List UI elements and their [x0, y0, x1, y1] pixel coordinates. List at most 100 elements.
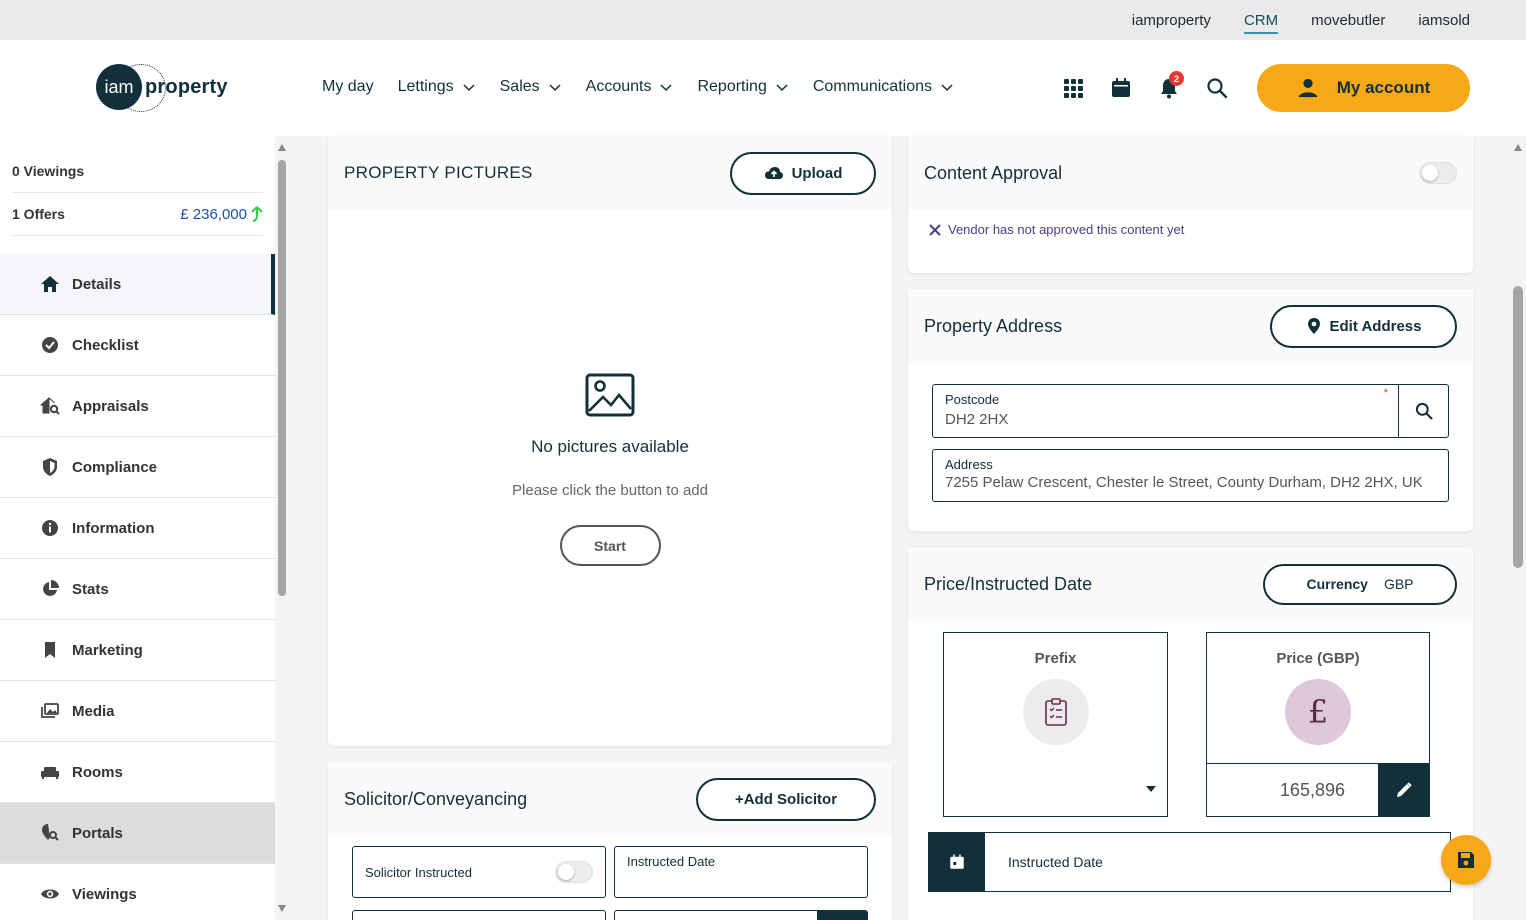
- solicitor-instructed-field: Solicitor Instructed: [352, 846, 606, 898]
- sidebar-item-viewings[interactable]: Viewings: [0, 864, 275, 920]
- sidebar-item-label: Portals: [72, 824, 123, 842]
- solicitor-title: Solicitor/Conveyancing: [344, 788, 528, 809]
- edit-price-button[interactable]: [1378, 763, 1429, 817]
- sidebar-item-compliance[interactable]: Compliance: [0, 437, 275, 498]
- instructed-date-field[interactable]: Instructed Date: [614, 846, 868, 898]
- logo-badge: iam: [96, 64, 142, 110]
- images-icon: [41, 703, 59, 718]
- pictures-card-header: PROPERTY PICTURES Upload: [328, 136, 892, 210]
- price-card-header: Price/Instructed Date Currency GBP: [908, 547, 1473, 621]
- start-button[interactable]: Start: [559, 525, 661, 566]
- sidebar-item-label: Rooms: [72, 763, 123, 781]
- date-picker-button[interactable]: [929, 833, 985, 891]
- offer-value: £ 236,000: [180, 206, 263, 223]
- sidebar-item-label: Details: [72, 275, 122, 293]
- add-solicitor-button[interactable]: +Add Solicitor: [696, 777, 876, 821]
- content-approval-toggle[interactable]: [1419, 162, 1457, 184]
- search-icon: [1415, 402, 1433, 420]
- nav-lettings[interactable]: Lettings: [398, 78, 476, 96]
- nav-sales[interactable]: Sales: [500, 78, 562, 96]
- pie-chart-icon: [43, 580, 59, 596]
- price-label: Price (GBP): [1276, 650, 1360, 667]
- prefix-icon-circle: [1022, 679, 1089, 745]
- property-pictures-card: PROPERTY PICTURES Upload No pictures ava…: [328, 136, 892, 746]
- sidebar-item-label: Checklist: [72, 336, 139, 354]
- postcode-value: DH2 2HX: [945, 411, 1009, 428]
- offers-label: 1 Offers: [12, 206, 65, 222]
- postcode-search-button[interactable]: [1398, 384, 1449, 438]
- approval-status: Vendor has not approved this content yet: [928, 222, 1184, 237]
- calendar-icon[interactable]: [1109, 76, 1133, 100]
- link-movebutler[interactable]: movebutler: [1311, 6, 1385, 35]
- search-icon[interactable]: [1205, 76, 1229, 100]
- sidebar-scrollbar[interactable]: [276, 140, 288, 916]
- address-field[interactable]: Address 7255 Pelaw Crescent, Chester le …: [932, 449, 1449, 502]
- my-account-button[interactable]: My account: [1257, 64, 1470, 112]
- sidebar-item-information[interactable]: Information: [0, 498, 275, 559]
- sidebar-item-rooms[interactable]: Rooms: [0, 742, 275, 803]
- solicitor-card-header: Solicitor/Conveyancing +Add Solicitor: [328, 762, 892, 836]
- logo-text: property: [145, 75, 228, 98]
- eye-icon: [41, 889, 59, 899]
- prefix-select[interactable]: Prefix: [943, 632, 1168, 817]
- price-title: Price/Instructed Date: [924, 573, 1093, 594]
- required-marker: *: [1383, 387, 1388, 399]
- nav-my-day[interactable]: My day: [322, 78, 374, 96]
- sidebar-item-label: Compliance: [72, 458, 158, 476]
- nav-label: Accounts: [585, 78, 652, 95]
- solicitor-extra-field[interactable]: [352, 910, 606, 920]
- link-iamsold[interactable]: iamsold: [1418, 6, 1470, 35]
- sidebar-item-appraisals[interactable]: Appraisals: [0, 376, 275, 437]
- currency-button[interactable]: Currency GBP: [1263, 563, 1457, 605]
- floppy-disk-icon: [1458, 852, 1474, 868]
- address-value: 7255 Pelaw Crescent, Chester le Street, …: [945, 474, 1423, 491]
- solicitor-instructed-toggle[interactable]: [555, 861, 593, 883]
- iamproperty-logo[interactable]: iam property: [96, 64, 228, 112]
- home-icon: [41, 276, 59, 292]
- sidebar-item-label: Media: [72, 702, 115, 720]
- property-sidebar: 0 Viewings 1 Offers £ 236,000 Details Ch…: [0, 136, 275, 920]
- sidebar-item-stats[interactable]: Stats: [0, 559, 275, 620]
- save-button[interactable]: [1441, 835, 1491, 885]
- calendar-icon: [950, 854, 964, 869]
- property-address-card: Property Address Edit Address Postcode D…: [908, 289, 1473, 531]
- location-pin-icon: [1307, 318, 1320, 334]
- solicitor-extra-field-2[interactable]: [614, 910, 868, 920]
- price-card: Price/Instructed Date Currency GBP Prefi…: [908, 547, 1473, 920]
- pencil-icon: [1396, 782, 1412, 797]
- nav-accounts[interactable]: Accounts: [586, 78, 674, 96]
- nav-communications[interactable]: Communications: [813, 78, 954, 96]
- nav-reporting[interactable]: Reporting: [697, 78, 788, 96]
- page-scrollbar[interactable]: [1510, 140, 1526, 920]
- content-approval-card: Content Approval Vendor has not approved…: [908, 136, 1473, 273]
- instructed-date-picker[interactable]: Instructed Date: [928, 832, 1451, 892]
- link-iamproperty[interactable]: iamproperty: [1132, 6, 1211, 35]
- sidebar-item-portals[interactable]: Portals: [0, 803, 275, 864]
- solicitor-instructed-label: Solicitor Instructed: [365, 864, 472, 880]
- top-links-bar: iamproperty CRM movebutler iamsold: [0, 0, 1526, 40]
- instructed-date-label: Instructed Date: [627, 854, 716, 869]
- nav-label: Communications: [812, 78, 932, 95]
- edit-address-button[interactable]: Edit Address: [1270, 304, 1457, 348]
- empty-title: No pictures available: [531, 437, 689, 456]
- apps-grid-icon[interactable]: [1061, 76, 1085, 100]
- main-header: iam property My day Lettings Sales Accou…: [0, 40, 1526, 136]
- address-card-header: Property Address Edit Address: [908, 289, 1473, 363]
- sidebar-item-label: Appraisals: [72, 397, 149, 415]
- sidebar-item-checklist[interactable]: Checklist: [0, 315, 275, 376]
- upload-button[interactable]: Upload: [730, 151, 876, 195]
- nav-label: Sales: [499, 78, 540, 95]
- sidebar-item-marketing[interactable]: Marketing: [0, 620, 275, 681]
- house-search-icon: [40, 396, 60, 415]
- chevron-down-icon: [776, 84, 788, 92]
- sidebar-item-details[interactable]: Details: [0, 254, 275, 315]
- price-value[interactable]: 165,896: [1207, 763, 1379, 817]
- sidebar-item-label: Marketing: [72, 641, 143, 659]
- postcode-field[interactable]: Postcode DH2 2HX *: [932, 384, 1399, 438]
- sidebar-item-media[interactable]: Media: [0, 681, 275, 742]
- content-approval-header: Content Approval: [908, 136, 1473, 210]
- sidebar-item-label: Stats: [72, 580, 109, 598]
- empty-text: Please click the button to add: [512, 482, 708, 499]
- offer-value-text: £ 236,000: [180, 205, 247, 223]
- link-crm[interactable]: CRM: [1243, 6, 1279, 35]
